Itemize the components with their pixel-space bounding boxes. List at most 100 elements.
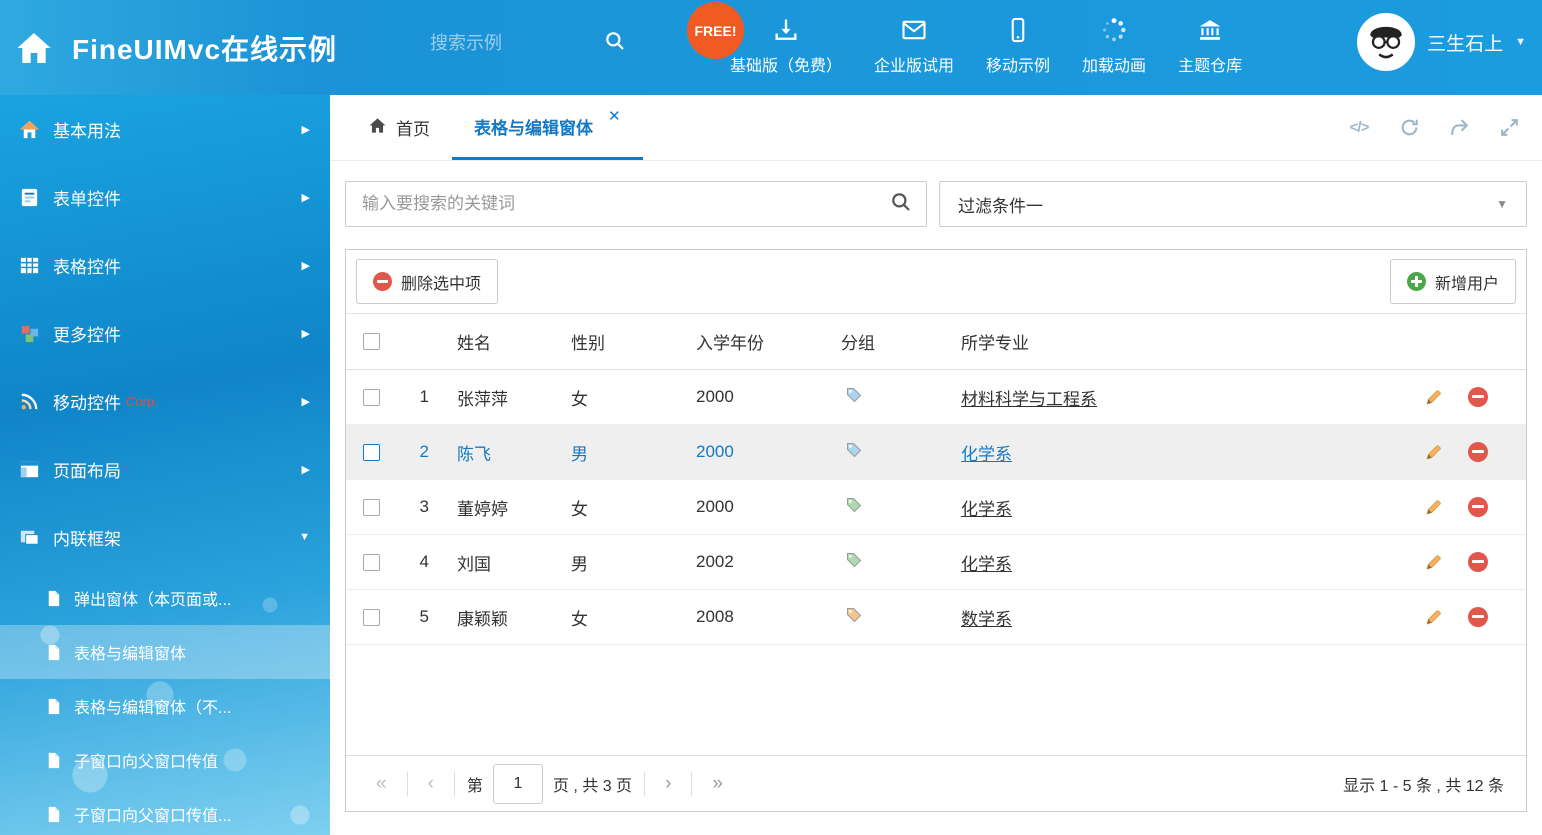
- cubes-icon: [18, 322, 41, 345]
- header-search-input[interactable]: [430, 33, 590, 54]
- expand-icon[interactable]: [1498, 117, 1520, 139]
- nav-item-mobile-demo[interactable]: 移动示例: [986, 15, 1050, 76]
- major-link[interactable]: 化学系: [961, 555, 1012, 574]
- filter-dropdown[interactable]: 过滤条件一 ▼: [939, 181, 1527, 227]
- tab-home[interactable]: 首页: [346, 95, 452, 160]
- chevron-right-icon: ▶: [302, 395, 310, 408]
- table-header: 姓名 性别 入学年份 分组 所学专业: [346, 314, 1526, 370]
- search-icon[interactable]: [890, 191, 912, 218]
- share-icon[interactable]: [1448, 117, 1470, 139]
- divider: [407, 772, 408, 796]
- table-row[interactable]: 3 董婷婷 女 2000 化学系: [346, 480, 1526, 535]
- major-link[interactable]: 化学系: [961, 445, 1012, 464]
- cell-year: 2000: [696, 497, 841, 517]
- table-row[interactable]: 2 陈飞 男 2000 化学系: [346, 425, 1526, 480]
- sidebar-item-iframe[interactable]: 内联框架 ▼: [0, 503, 330, 571]
- sidebar-item-label: 更多控件: [53, 321, 121, 346]
- app-home-icon[interactable]: [14, 28, 54, 68]
- add-button-label: 新增用户: [1435, 270, 1499, 294]
- last-page-button[interactable]: »: [704, 773, 731, 795]
- tag-icon: [845, 499, 863, 518]
- sidebar-subitem-popup-window[interactable]: 弹出窗体（本页面或...: [0, 571, 330, 625]
- home-icon: [18, 118, 41, 141]
- column-header-group[interactable]: 分组: [841, 329, 961, 354]
- tab-grid-edit-window[interactable]: 表格与编辑窗体 ✕: [452, 95, 643, 160]
- sidebar-subitem-grid-edit-window-2[interactable]: 表格与编辑窗体（不...: [0, 679, 330, 733]
- cell-year: 2000: [696, 387, 841, 407]
- nav-item-theme-store[interactable]: 主题仓库: [1178, 15, 1242, 76]
- caret-down-icon: ▼: [1496, 197, 1508, 211]
- row-number: 1: [396, 387, 451, 407]
- major-link[interactable]: 数学系: [961, 610, 1012, 629]
- row-checkbox[interactable]: [363, 389, 380, 406]
- delete-icon[interactable]: [1468, 387, 1488, 407]
- row-checkbox[interactable]: [363, 554, 380, 571]
- cell-name: 陈飞: [451, 440, 571, 465]
- file-icon: [44, 643, 63, 662]
- column-header-name[interactable]: 姓名: [451, 329, 571, 354]
- major-link[interactable]: 材料科学与工程系: [961, 390, 1097, 409]
- add-user-button[interactable]: 新增用户: [1390, 259, 1516, 304]
- tab-label: 表格与编辑窗体: [474, 114, 593, 139]
- edit-icon[interactable]: [1423, 442, 1443, 462]
- next-page-button[interactable]: ›: [657, 773, 679, 795]
- sidebar-item-label: 基本用法: [53, 117, 121, 142]
- first-page-button[interactable]: «: [368, 773, 395, 795]
- delete-icon[interactable]: [1468, 442, 1488, 462]
- mobile-icon: [1003, 15, 1033, 45]
- column-header-year[interactable]: 入学年份: [696, 329, 841, 354]
- filter-dropdown-value: 过滤条件一: [958, 192, 1043, 217]
- nav-item-enterprise-trial[interactable]: 企业版试用: [874, 15, 954, 76]
- refresh-icon[interactable]: [1398, 117, 1420, 139]
- sidebar-item-form-controls[interactable]: 表单控件 ▶: [0, 163, 330, 231]
- sidebar-item-more-controls[interactable]: 更多控件 ▶: [0, 299, 330, 367]
- chevron-down-icon: ▼: [299, 531, 310, 543]
- nav-item-basic-edition[interactable]: 基础版（免费）: [730, 15, 842, 76]
- cell-name: 康颖颖: [451, 605, 571, 630]
- nav-item-label: 移动示例: [986, 52, 1050, 76]
- delete-icon[interactable]: [1468, 552, 1488, 572]
- edit-icon[interactable]: [1423, 552, 1443, 572]
- row-checkbox[interactable]: [363, 499, 380, 516]
- header-search[interactable]: [430, 30, 640, 57]
- keyword-search-box[interactable]: [345, 181, 927, 227]
- sidebar-item-page-layout[interactable]: 页面布局 ▶: [0, 435, 330, 503]
- nav-item-loading-animation[interactable]: 加载动画: [1082, 15, 1146, 76]
- sidebar-subitem-child-to-parent[interactable]: 子窗口向父窗口传值: [0, 733, 330, 787]
- grid-panel: 删除选中项 新增用户 姓名 性别 入学年份 分组 所学专业 1 张萍萍 女 20…: [345, 249, 1527, 812]
- edit-icon[interactable]: [1423, 607, 1443, 627]
- table-row[interactable]: 1 张萍萍 女 2000 材料科学与工程系: [346, 370, 1526, 425]
- table-row[interactable]: 4 刘国 男 2002 化学系: [346, 535, 1526, 590]
- cell-name: 董婷婷: [451, 495, 571, 520]
- sidebar-item-basic-usage[interactable]: 基本用法 ▶: [0, 95, 330, 163]
- table-row[interactable]: 5 康颖颖 女 2008 数学系: [346, 590, 1526, 645]
- sidebar-subitem-grid-edit-window[interactable]: 表格与编辑窗体: [0, 625, 330, 679]
- download-icon: [771, 15, 801, 45]
- user-menu[interactable]: 三生石上 ▼: [1357, 13, 1526, 71]
- page-number-input[interactable]: [493, 764, 543, 804]
- delete-selected-button[interactable]: 删除选中项: [356, 259, 498, 304]
- sidebar-subitem-child-to-parent-2[interactable]: 子窗口向父窗口传值...: [0, 787, 330, 835]
- row-checkbox[interactable]: [363, 609, 380, 626]
- header-nav: 基础版（免费） 企业版试用 移动示例 加载动画: [730, 15, 1242, 76]
- sidebar-item-grid-controls[interactable]: 表格控件 ▶: [0, 231, 330, 299]
- pagination-bar: « ‹ 第 页 , 共 3 页 › » 显示 1 - 5 条 , 共 12 条: [346, 755, 1526, 811]
- sidebar-item-mobile-controls[interactable]: 移动控件 Corp. ▶: [0, 367, 330, 435]
- select-all-checkbox[interactable]: [363, 333, 380, 350]
- source-code-icon[interactable]: </>: [1348, 117, 1370, 139]
- major-link[interactable]: 化学系: [961, 500, 1012, 519]
- close-icon[interactable]: ✕: [608, 107, 621, 125]
- column-header-major[interactable]: 所学专业: [961, 329, 1406, 354]
- delete-icon[interactable]: [1468, 497, 1488, 517]
- keyword-search-input[interactable]: [362, 194, 890, 214]
- prev-page-button[interactable]: ‹: [420, 773, 442, 795]
- edit-icon[interactable]: [1423, 387, 1443, 407]
- divider: [691, 772, 692, 796]
- row-checkbox[interactable]: [363, 444, 380, 461]
- row-number: 2: [396, 442, 451, 462]
- search-icon[interactable]: [604, 30, 626, 57]
- edit-icon[interactable]: [1423, 497, 1443, 517]
- delete-icon[interactable]: [1468, 607, 1488, 627]
- cell-gender: 男: [571, 550, 696, 575]
- column-header-gender[interactable]: 性别: [571, 329, 696, 354]
